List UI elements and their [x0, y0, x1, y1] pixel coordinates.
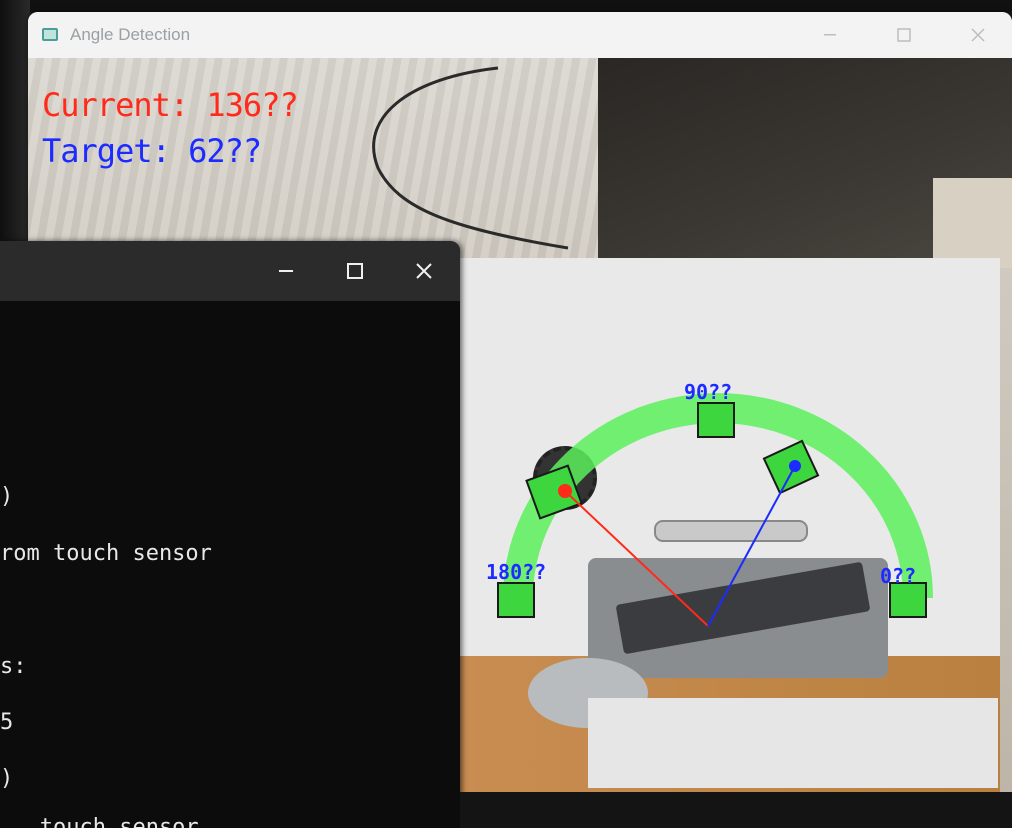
minimize-icon: [279, 270, 293, 272]
current-point: [558, 484, 572, 498]
close-icon: [416, 263, 432, 279]
console-maximize-button[interactable]: [335, 256, 375, 286]
monitor-bezel-bottom: [460, 792, 1012, 828]
console-line: rom touch sensor: [0, 541, 212, 566]
console-line: ): [0, 766, 14, 791]
close-button[interactable]: [958, 20, 998, 50]
console-minimize-button[interactable]: [266, 256, 306, 286]
minimize-icon: [824, 34, 836, 36]
marker-0: [889, 582, 927, 618]
target-angle-line: [707, 465, 796, 627]
window-title: Angle Detection: [70, 25, 191, 44]
maximize-icon: [347, 263, 363, 279]
console-titlebar: [0, 241, 460, 301]
console-line: 5: [0, 710, 14, 735]
app-window-icon: [42, 28, 58, 41]
console-close-button[interactable]: [404, 256, 444, 286]
target-angle-text: Target: 62??: [42, 132, 262, 170]
cable: [372, 66, 569, 250]
current-angle-text: Current: 136??: [42, 86, 299, 124]
marker-label-180: 180??: [486, 560, 547, 584]
maximize-button[interactable]: [884, 20, 924, 50]
target-point: [789, 460, 801, 472]
maximize-icon: [897, 28, 911, 42]
marker-90: [697, 402, 735, 438]
console-line: touch sensor: [0, 815, 199, 828]
monitor-bezel-top: [0, 0, 1012, 12]
current-angle-line: [564, 490, 709, 627]
minimize-button[interactable]: [810, 20, 850, 50]
console-line: ): [0, 484, 14, 509]
marker-label-0: 0??: [880, 564, 917, 588]
marker-label-90: 90??: [684, 380, 733, 404]
console-window: ) rom touch sensor s: 5 ) touch sensor: [0, 241, 460, 828]
close-icon: [971, 28, 985, 42]
window-titlebar: Angle Detection: [28, 12, 1012, 58]
marker-180: [497, 582, 535, 618]
console-line: s:: [0, 654, 27, 679]
